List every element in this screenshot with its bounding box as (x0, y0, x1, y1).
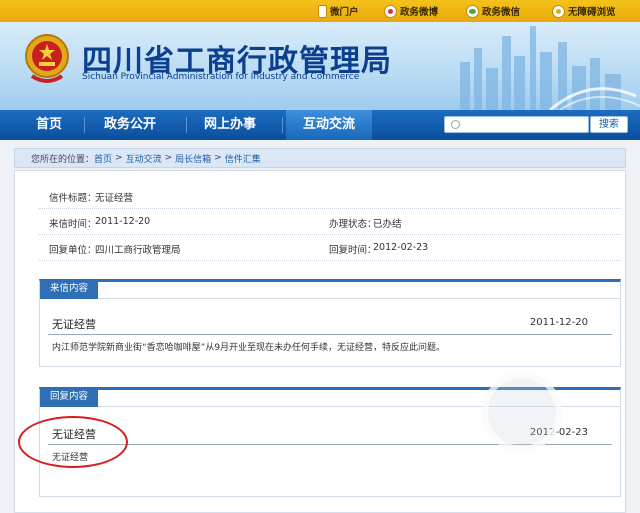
subject-label: 信件标题： (49, 193, 97, 204)
accessibility-link[interactable]: 无障碍浏览 (552, 4, 616, 18)
search-button[interactable]: 搜索 (590, 116, 628, 133)
wechat-icon (466, 4, 479, 18)
breadcrumb-separator: > (115, 153, 123, 163)
section-rule (40, 298, 620, 299)
mobile-portal-label: 微门户 (330, 7, 359, 18)
incoming-date: 2011-12-20 (529, 317, 588, 328)
incoming-section-header: 来信内容 (40, 279, 99, 299)
breadcrumb-separator: > (214, 153, 222, 163)
main-navigation: 首页 政务公开 网上办事 互动交流 搜索 (0, 110, 640, 140)
incoming-body: 内江师范学院新商业街“香恋哈咖啡屋”从9月开业至现在未办任何手续，无证经营，特反… (52, 343, 446, 353)
info-row-subject: 信件标题： 无证经营 (39, 183, 621, 209)
wechat-label: 政务微信 (482, 7, 521, 18)
nav-divider (282, 117, 283, 133)
reply-unit-label: 回复单位： (49, 245, 97, 256)
nav-divider (186, 117, 187, 133)
letter-info-table: 信件标题： 无证经营 来信时间： 2011-12-20 办理状态： 已办结 回复… (39, 183, 621, 261)
divider (48, 334, 612, 335)
search-box (444, 116, 589, 133)
accessibility-icon (552, 4, 565, 18)
wechat-link[interactable]: 政务微信 (466, 4, 520, 18)
nav-item-home[interactable]: 首页 (18, 110, 80, 140)
status-value: 已办结 (373, 219, 402, 230)
city-skyline-decoration (460, 26, 640, 110)
weibo-label: 政务微博 (400, 7, 439, 18)
site-subtitle: Sichuan Provincial Administration for In… (82, 72, 360, 82)
reply-time-label: 回复时间： (329, 245, 377, 256)
info-row-reply: 回复单位： 四川工商行政管理局 回复时间： 2012-02-23 (39, 235, 621, 261)
reply-section-header: 回复内容 (40, 387, 99, 407)
breadcrumb-letter-collection[interactable]: 信件汇集 (225, 152, 261, 165)
sent-label: 来信时间： (49, 219, 97, 230)
info-row-dates: 来信时间： 2011-12-20 办理状态： 已办结 (39, 209, 621, 235)
nav-item-online-services[interactable]: 网上办事 (188, 110, 272, 140)
nav-item-government-affairs[interactable]: 政务公开 (88, 110, 172, 140)
accessibility-label: 无障碍浏览 (568, 7, 616, 18)
breadcrumb-director-mailbox[interactable]: 局长信箱 (175, 152, 211, 165)
watermark-logo (482, 372, 562, 452)
mobile-portal-link[interactable]: 微门户 (318, 4, 359, 18)
nav-item-interaction[interactable]: 互动交流 (286, 110, 372, 140)
breadcrumb-home[interactable]: 首页 (94, 152, 112, 165)
sent-value: 2011-12-20 (95, 216, 151, 227)
search-icon (451, 120, 460, 129)
weibo-icon (384, 4, 397, 18)
breadcrumb: 您所在的位置： 首页 > 互动交流 > 局长信箱 > 信件汇集 (14, 148, 626, 168)
subject-value: 无证经营 (95, 193, 134, 204)
breadcrumb-prefix: 您所在的位置： (31, 154, 95, 165)
phone-icon (318, 4, 327, 18)
reply-unit-value: 四川工商行政管理局 (95, 245, 181, 256)
national-emblem-icon (25, 34, 69, 83)
nav-divider (84, 117, 85, 133)
status-label: 办理状态： (329, 219, 377, 230)
red-annotation-circle (18, 416, 128, 468)
breadcrumb-separator: > (164, 153, 173, 163)
breadcrumb-interaction[interactable]: 互动交流 (126, 152, 162, 165)
weibo-link[interactable]: 政务微博 (384, 4, 438, 18)
site-banner: 四川省工商行政管理局 Sichuan Provincial Administra… (0, 22, 640, 110)
incoming-letter-section: 来信内容 无证经营 2011-12-20 内江师范学院新商业街“香恋哈咖啡屋”从… (39, 279, 621, 367)
search-input[interactable] (465, 118, 585, 131)
top-utility-bar: 微门户 政务微博 政务微信 无障碍浏览 (0, 0, 640, 22)
reply-time-value: 2012-02-23 (373, 242, 429, 253)
incoming-title: 无证经营 (52, 318, 96, 331)
